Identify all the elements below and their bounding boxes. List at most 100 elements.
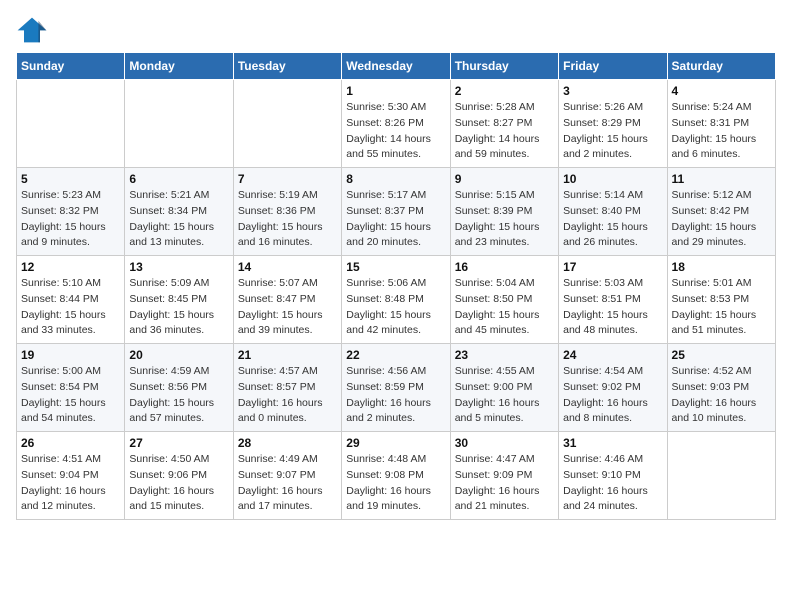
day-number: 13: [129, 260, 228, 274]
day-number: 10: [563, 172, 662, 186]
weekday-header: Thursday: [450, 53, 558, 80]
day-info: Sunrise: 5:30 AM Sunset: 8:26 PM Dayligh…: [346, 100, 445, 163]
day-number: 27: [129, 436, 228, 450]
day-info: Sunrise: 5:06 AM Sunset: 8:48 PM Dayligh…: [346, 276, 445, 339]
day-info: Sunrise: 5:24 AM Sunset: 8:31 PM Dayligh…: [672, 100, 771, 163]
calendar-cell: 10 Sunrise: 5:14 AM Sunset: 8:40 PM Dayli…: [559, 168, 667, 256]
day-number: 12: [21, 260, 120, 274]
calendar-cell: 4 Sunrise: 5:24 AM Sunset: 8:31 PM Daylig…: [667, 80, 775, 168]
day-number: 18: [672, 260, 771, 274]
day-info: Sunrise: 4:59 AM Sunset: 8:56 PM Dayligh…: [129, 364, 228, 427]
calendar-cell: 19Sunrise: 5:00 AM Sunset: 8:54 PM Dayli…: [17, 344, 125, 432]
calendar-week-row: 19Sunrise: 5:00 AM Sunset: 8:54 PM Dayli…: [17, 344, 776, 432]
day-number: 28: [238, 436, 337, 450]
calendar-cell: 8Sunrise: 5:17 AM Sunset: 8:37 PM Daylig…: [342, 168, 450, 256]
day-number: 21: [238, 348, 337, 362]
calendar-cell: [233, 80, 341, 168]
day-info: Sunrise: 4:46 AM Sunset: 9:10 PM Dayligh…: [563, 452, 662, 515]
day-info: Sunrise: 4:57 AM Sunset: 8:57 PM Dayligh…: [238, 364, 337, 427]
day-info: Sunrise: 5:10 AM Sunset: 8:44 PM Dayligh…: [21, 276, 120, 339]
day-info: Sunrise: 5:14 AM Sunset: 8:40 PM Dayligh…: [563, 188, 662, 251]
day-number: 19: [21, 348, 120, 362]
day-number: 29: [346, 436, 445, 450]
calendar-header-row: SundayMondayTuesdayWednesdayThursdayFrid…: [17, 53, 776, 80]
calendar-cell: 28 Sunrise: 4:49 AM Sunset: 9:07 PM Dayli…: [233, 432, 341, 520]
day-number: 20: [129, 348, 228, 362]
day-number: 4: [672, 84, 771, 98]
weekday-header: Friday: [559, 53, 667, 80]
day-info: Sunrise: 5:21 AM Sunset: 8:34 PM Dayligh…: [129, 188, 228, 251]
calendar-cell: [125, 80, 233, 168]
calendar-table: SundayMondayTuesdayWednesdayThursdayFrid…: [16, 52, 776, 520]
day-info: Sunrise: 4:56 AM Sunset: 8:59 PM Dayligh…: [346, 364, 445, 427]
day-number: 16: [455, 260, 554, 274]
day-number: 2: [455, 84, 554, 98]
weekday-header: Saturday: [667, 53, 775, 80]
page-header: [16, 16, 776, 44]
calendar-cell: 23 Sunrise: 4:55 AM Sunset: 9:00 PM Dayli…: [450, 344, 558, 432]
calendar-cell: 24 Sunrise: 4:54 AM Sunset: 9:02 PM Dayli…: [559, 344, 667, 432]
day-info: Sunrise: 5:15 AM Sunset: 8:39 PM Dayligh…: [455, 188, 554, 251]
calendar-cell: 27 Sunrise: 4:50 AM Sunset: 9:06 PM Dayli…: [125, 432, 233, 520]
day-number: 30: [455, 436, 554, 450]
day-info: Sunrise: 4:54 AM Sunset: 9:02 PM Dayligh…: [563, 364, 662, 427]
calendar-cell: 14 Sunrise: 5:07 AM Sunset: 8:47 PM Dayli…: [233, 256, 341, 344]
logo: [16, 16, 52, 44]
day-info: Sunrise: 5:23 AM Sunset: 8:32 PM Dayligh…: [21, 188, 120, 251]
calendar-cell: 13 Sunrise: 5:09 AM Sunset: 8:45 PM Dayli…: [125, 256, 233, 344]
calendar-cell: 11 Sunrise: 5:12 AM Sunset: 8:42 PM Dayli…: [667, 168, 775, 256]
day-number: 31: [563, 436, 662, 450]
day-info: Sunrise: 5:17 AM Sunset: 8:37 PM Dayligh…: [346, 188, 445, 251]
calendar-cell: 30Sunrise: 4:47 AM Sunset: 9:09 PM Dayli…: [450, 432, 558, 520]
calendar-cell: 25 Sunrise: 4:52 AM Sunset: 9:03 PM Dayli…: [667, 344, 775, 432]
calendar-cell: 21 Sunrise: 4:57 AM Sunset: 8:57 PM Dayli…: [233, 344, 341, 432]
calendar-cell: 26Sunrise: 4:51 AM Sunset: 9:04 PM Dayli…: [17, 432, 125, 520]
day-number: 17: [563, 260, 662, 274]
calendar-cell: [667, 432, 775, 520]
calendar-cell: 16Sunrise: 5:04 AM Sunset: 8:50 PM Dayli…: [450, 256, 558, 344]
day-number: 26: [21, 436, 120, 450]
calendar-cell: 3 Sunrise: 5:26 AM Sunset: 8:29 PM Daylig…: [559, 80, 667, 168]
calendar-cell: [17, 80, 125, 168]
day-info: Sunrise: 5:28 AM Sunset: 8:27 PM Dayligh…: [455, 100, 554, 163]
calendar-week-row: 12 Sunrise: 5:10 AM Sunset: 8:44 PM Dayli…: [17, 256, 776, 344]
calendar-cell: 2 Sunrise: 5:28 AM Sunset: 8:27 PM Daylig…: [450, 80, 558, 168]
day-number: 14: [238, 260, 337, 274]
calendar-cell: 12 Sunrise: 5:10 AM Sunset: 8:44 PM Dayli…: [17, 256, 125, 344]
day-info: Sunrise: 4:49 AM Sunset: 9:07 PM Dayligh…: [238, 452, 337, 515]
calendar-cell: 17 Sunrise: 5:03 AM Sunset: 8:51 PM Dayli…: [559, 256, 667, 344]
day-info: Sunrise: 5:26 AM Sunset: 8:29 PM Dayligh…: [563, 100, 662, 163]
calendar-cell: 18 Sunrise: 5:01 AM Sunset: 8:53 PM Dayli…: [667, 256, 775, 344]
day-number: 6: [129, 172, 228, 186]
day-info: Sunrise: 4:52 AM Sunset: 9:03 PM Dayligh…: [672, 364, 771, 427]
day-number: 24: [563, 348, 662, 362]
weekday-header: Monday: [125, 53, 233, 80]
calendar-cell: 15 Sunrise: 5:06 AM Sunset: 8:48 PM Dayli…: [342, 256, 450, 344]
day-info: Sunrise: 5:01 AM Sunset: 8:53 PM Dayligh…: [672, 276, 771, 339]
day-info: Sunrise: 4:50 AM Sunset: 9:06 PM Dayligh…: [129, 452, 228, 515]
day-number: 7: [238, 172, 337, 186]
day-info: Sunrise: 5:07 AM Sunset: 8:47 PM Dayligh…: [238, 276, 337, 339]
day-number: 25: [672, 348, 771, 362]
weekday-header: Tuesday: [233, 53, 341, 80]
day-info: Sunrise: 4:55 AM Sunset: 9:00 PM Dayligh…: [455, 364, 554, 427]
day-info: Sunrise: 4:48 AM Sunset: 9:08 PM Dayligh…: [346, 452, 445, 515]
calendar-cell: 6 Sunrise: 5:21 AM Sunset: 8:34 PM Daylig…: [125, 168, 233, 256]
day-number: 23: [455, 348, 554, 362]
calendar-week-row: 26Sunrise: 4:51 AM Sunset: 9:04 PM Dayli…: [17, 432, 776, 520]
calendar-week-row: 5Sunrise: 5:23 AM Sunset: 8:32 PM Daylig…: [17, 168, 776, 256]
calendar-cell: 20 Sunrise: 4:59 AM Sunset: 8:56 PM Dayli…: [125, 344, 233, 432]
logo-icon: [16, 16, 48, 44]
day-info: Sunrise: 5:03 AM Sunset: 8:51 PM Dayligh…: [563, 276, 662, 339]
day-number: 3: [563, 84, 662, 98]
day-number: 15: [346, 260, 445, 274]
weekday-header: Wednesday: [342, 53, 450, 80]
day-info: Sunrise: 5:12 AM Sunset: 8:42 PM Dayligh…: [672, 188, 771, 251]
day-number: 22: [346, 348, 445, 362]
calendar-cell: 9Sunrise: 5:15 AM Sunset: 8:39 PM Daylig…: [450, 168, 558, 256]
calendar-cell: 31 Sunrise: 4:46 AM Sunset: 9:10 PM Dayli…: [559, 432, 667, 520]
day-number: 1: [346, 84, 445, 98]
calendar-cell: 7Sunrise: 5:19 AM Sunset: 8:36 PM Daylig…: [233, 168, 341, 256]
day-number: 11: [672, 172, 771, 186]
day-info: Sunrise: 5:09 AM Sunset: 8:45 PM Dayligh…: [129, 276, 228, 339]
